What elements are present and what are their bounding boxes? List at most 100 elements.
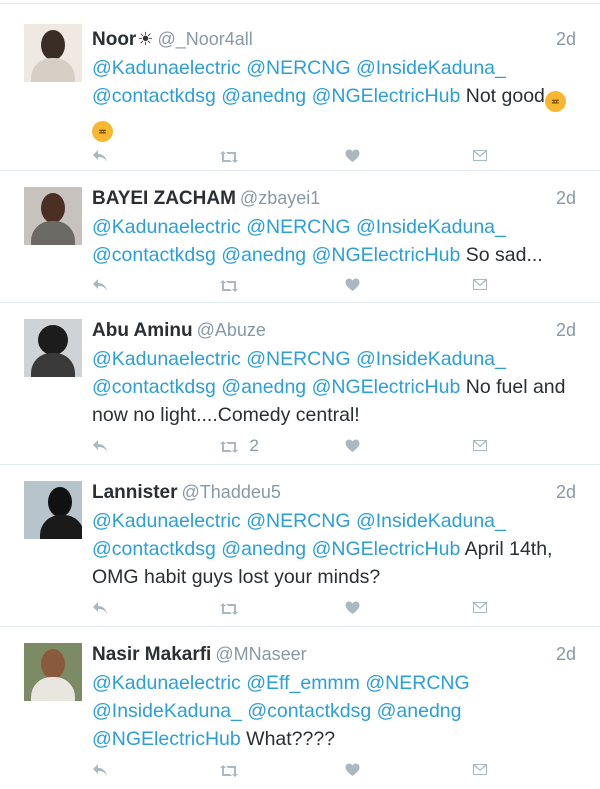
reply-button[interactable] — [92, 274, 108, 296]
mention-link[interactable]: @NGElectricHub — [312, 376, 461, 398]
direct-message-icon — [473, 602, 487, 614]
tweet-header: BAYEI ZACHAM @zbayei1 2d — [92, 183, 580, 213]
mention-link[interactable]: @NGElectricHub — [312, 85, 461, 107]
mention-link[interactable]: @contactkdsg — [247, 700, 371, 722]
tweet-text: @Kadunaelectric @NERCNG @InsideKaduna_ @… — [92, 213, 584, 269]
user-handle[interactable]: @MNaseer — [215, 644, 306, 664]
tweet[interactable]: Noor☀ @_Noor4all 2d @Kadunaelectric @NERC… — [0, 4, 600, 171]
mention-link[interactable]: @contactkdsg — [92, 538, 216, 560]
tweet[interactable]: Nasir Makarfi @MNaseer 2d @Kadunaelectric… — [0, 627, 600, 787]
retweet-icon — [220, 279, 238, 292]
reply-icon — [93, 601, 107, 614]
display-name[interactable]: Abu Aminu — [92, 320, 193, 341]
retweet-button[interactable] — [219, 145, 245, 167]
mention-link[interactable]: @contactkdsg — [92, 244, 216, 266]
mention-link[interactable]: @NGElectricHub — [312, 538, 461, 560]
user-handle[interactable]: @Thaddeu5 — [182, 482, 281, 502]
heart-icon — [345, 278, 360, 291]
user-handle[interactable]: @Abuze — [197, 320, 266, 340]
display-name[interactable]: Nasir Makarfi — [92, 644, 211, 665]
avatar[interactable] — [24, 319, 82, 377]
reply-icon — [93, 763, 107, 776]
retweet-button[interactable] — [219, 597, 245, 619]
reply-button[interactable] — [92, 145, 108, 167]
direct-message-button[interactable] — [472, 145, 488, 167]
avatar[interactable] — [24, 187, 82, 245]
retweet-icon — [220, 764, 238, 777]
mention-link[interactable]: @NERCNG — [246, 216, 350, 238]
tweet-text: @Kadunaelectric @Eff_emmm @NERCNG @Insid… — [92, 669, 584, 753]
avatar[interactable] — [24, 481, 82, 539]
tweet-text: @Kadunaelectric @NERCNG @InsideKaduna_ @… — [92, 345, 584, 429]
mention-link[interactable]: @contactkdsg — [92, 85, 216, 107]
tweet[interactable]: Lannister @Thaddeu5 2d @Kadunaelectric @N… — [0, 465, 600, 627]
mention-link[interactable]: @Eff_emmm — [246, 672, 360, 694]
avatar[interactable] — [24, 643, 82, 701]
mention-link[interactable]: @contactkdsg — [92, 376, 216, 398]
timestamp[interactable]: 2d — [556, 24, 576, 54]
mention-link[interactable]: @anedng — [221, 538, 306, 560]
like-button[interactable] — [345, 597, 360, 619]
display-name[interactable]: BAYEI ZACHAM — [92, 188, 236, 209]
mention-link[interactable]: @InsideKaduna_ — [92, 700, 242, 722]
tweet[interactable]: Abu Aminu @Abuze 2d @Kadunaelectric @NERC… — [0, 303, 600, 465]
like-button[interactable] — [345, 274, 360, 296]
like-button[interactable] — [345, 145, 360, 167]
mention-link[interactable]: @InsideKaduna_ — [356, 510, 506, 532]
display-name[interactable]: Noor — [92, 29, 136, 50]
like-button[interactable] — [345, 435, 360, 457]
user-handle[interactable]: @_Noor4all — [157, 29, 252, 49]
heart-icon — [345, 149, 360, 162]
direct-message-icon — [473, 279, 487, 291]
mention-link[interactable]: @InsideKaduna_ — [356, 57, 506, 79]
mention-link[interactable]: @NERCNG — [365, 672, 469, 694]
mention-link[interactable]: @NGElectricHub — [312, 244, 461, 266]
reply-button[interactable] — [92, 759, 108, 781]
retweet-icon — [220, 440, 238, 453]
timestamp[interactable]: 2d — [556, 639, 576, 669]
mention-link[interactable]: @NERCNG — [246, 348, 350, 370]
like-button[interactable] — [345, 759, 360, 781]
mention-link[interactable]: @NERCNG — [246, 510, 350, 532]
retweet-button[interactable] — [219, 759, 245, 781]
mention-link[interactable]: @anedng — [221, 244, 306, 266]
mention-link[interactable]: @Kadunaelectric — [92, 510, 241, 532]
avatar[interactable] — [24, 24, 82, 82]
mention-link[interactable]: @Kadunaelectric — [92, 216, 241, 238]
mention-link[interactable]: @NERCNG — [246, 57, 350, 79]
mention-link[interactable]: @anedng — [377, 700, 462, 722]
mention-link[interactable]: @Kadunaelectric — [92, 348, 241, 370]
retweet-button[interactable] — [219, 274, 245, 296]
mention-link[interactable]: @NGElectricHub — [92, 728, 241, 750]
direct-message-button[interactable] — [472, 274, 488, 296]
tweet-actions — [92, 145, 600, 167]
display-name[interactable]: Lannister — [92, 482, 178, 503]
tweet-text: @Kadunaelectric @NERCNG @InsideKaduna_ @… — [92, 54, 584, 142]
direct-message-button[interactable] — [472, 759, 488, 781]
direct-message-icon — [473, 764, 487, 776]
mention-link[interactable]: @Kadunaelectric — [92, 57, 241, 79]
direct-message-button[interactable] — [472, 435, 488, 457]
retweet-icon — [220, 602, 238, 615]
reply-button[interactable] — [92, 435, 108, 457]
reply-icon — [93, 149, 107, 162]
mention-link[interactable]: @anedng — [221, 376, 306, 398]
user-handle[interactable]: @zbayei1 — [240, 188, 320, 208]
angry-face-emoji: ≖ — [92, 121, 113, 142]
mention-link[interactable]: @anedng — [221, 85, 306, 107]
reply-button[interactable] — [92, 597, 108, 619]
tweet[interactable]: BAYEI ZACHAM @zbayei1 2d @Kadunaelectric … — [0, 171, 600, 303]
direct-message-button[interactable] — [472, 597, 488, 619]
mention-link[interactable]: @InsideKaduna_ — [356, 348, 506, 370]
mention-link[interactable]: @Kadunaelectric — [92, 672, 241, 694]
retweet-button[interactable]: 2 — [219, 435, 259, 457]
tweet-actions — [92, 597, 600, 619]
mention-link[interactable]: @InsideKaduna_ — [356, 216, 506, 238]
timestamp[interactable]: 2d — [556, 477, 576, 507]
timestamp[interactable]: 2d — [556, 315, 576, 345]
retweet-icon — [220, 150, 238, 163]
direct-message-icon — [473, 440, 487, 452]
heart-icon — [345, 439, 360, 452]
timestamp[interactable]: 2d — [556, 183, 576, 213]
tweet-actions: 2 — [92, 435, 600, 457]
